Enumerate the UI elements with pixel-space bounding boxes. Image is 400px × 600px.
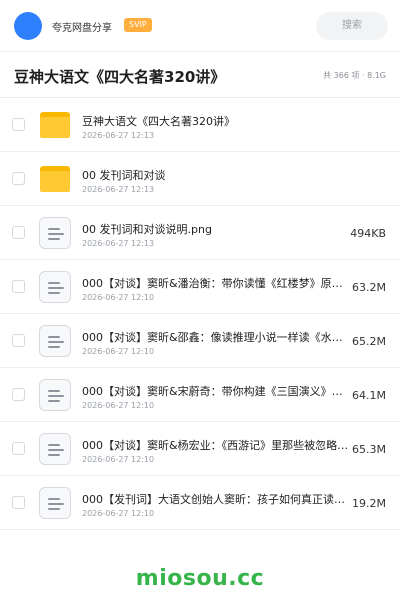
document-icon (38, 271, 72, 303)
item-name: 000【对谈】窦昕&宋蔚奇：带你构建《三国演义》的… (82, 385, 352, 398)
user-name: 夸克网盘分享 (52, 23, 112, 34)
checkbox[interactable] (12, 388, 25, 401)
checkbox[interactable] (12, 442, 25, 455)
folder-title-bar: 豆神大语文《四大名著320讲》 共 366 项 · 8.1G (0, 52, 400, 98)
item-date: 2026-06-27 12:10 (82, 347, 155, 356)
folder-icon (38, 163, 72, 195)
checkbox[interactable] (12, 226, 25, 239)
item-size: 494KB (350, 227, 386, 240)
item-date: 2026-06-27 12:13 (82, 185, 155, 194)
search-box[interactable]: 搜索 (316, 12, 388, 40)
checkbox[interactable] (12, 172, 25, 185)
top-header: 夸克网盘分享 SVIP 搜索 (0, 0, 400, 52)
item-size: 65.2M (352, 335, 386, 348)
item-name: 000【发刊词】大语文创始人窦昕：孩子如何真正读懂… (82, 493, 352, 506)
list-item[interactable]: 000【对谈】窦昕&杨宏业：《西游记》里那些被忽略… 2026-06-27 12… (0, 422, 400, 476)
document-icon (38, 379, 72, 411)
svip-badge: SVIP (124, 18, 152, 32)
item-size: 65.3M (352, 443, 386, 456)
document-icon (38, 433, 72, 465)
list-item[interactable]: 豆神大语文《四大名著320讲》 2026-06-27 12:13 (0, 98, 400, 152)
list-item[interactable]: 000【发刊词】大语文创始人窦昕：孩子如何真正读懂… 2026-06-27 12… (0, 476, 400, 530)
item-name: 000【对谈】窦昕&潘治衡：带你读懂《红楼梦》原著… (82, 277, 352, 290)
item-date: 2026-06-27 12:10 (82, 401, 155, 410)
item-name: 00 发刊词和对谈 (82, 169, 166, 182)
item-name: 000【对谈】窦昕&杨宏业：《西游记》里那些被忽略… (82, 439, 349, 452)
list-item[interactable]: 00 发刊词和对谈说明.png 2026-06-27 12:13 494KB (0, 206, 400, 260)
checkbox[interactable] (12, 118, 25, 131)
item-date: 2026-06-27 12:13 (82, 239, 155, 248)
folder-icon (38, 109, 72, 141)
item-date: 2026-06-27 12:10 (82, 455, 155, 464)
page-title: 豆神大语文《四大名著320讲》 (14, 68, 226, 86)
item-date: 2026-06-27 12:13 (82, 131, 155, 140)
document-icon (38, 487, 72, 519)
list-item[interactable]: 000【对谈】窦昕&潘治衡：带你读懂《红楼梦》原著… 2026-06-27 12… (0, 260, 400, 314)
item-name: 000【对谈】窦昕&邵鑫：像读推理小说一样读《水浒… (82, 331, 352, 344)
item-size: 19.2M (352, 497, 386, 510)
item-date: 2026-06-27 12:10 (82, 509, 155, 518)
item-name: 豆神大语文《四大名著320讲》 (82, 115, 235, 128)
list-item[interactable]: 00 发刊词和对谈 2026-06-27 12:13 (0, 152, 400, 206)
list-item[interactable]: 000【对谈】窦昕&宋蔚奇：带你构建《三国演义》的… 2026-06-27 12… (0, 368, 400, 422)
checkbox[interactable] (12, 496, 25, 509)
avatar[interactable] (14, 12, 42, 40)
item-date: 2026-06-27 12:10 (82, 293, 155, 302)
list-item[interactable]: 000【对谈】窦昕&邵鑫：像读推理小说一样读《水浒… 2026-06-27 12… (0, 314, 400, 368)
checkbox[interactable] (12, 280, 25, 293)
item-size: 64.1M (352, 389, 386, 402)
folder-meta: 共 366 项 · 8.1G (323, 71, 386, 80)
file-list: 豆神大语文《四大名著320讲》 2026-06-27 12:13 00 发刊词和… (0, 98, 400, 530)
checkbox[interactable] (12, 334, 25, 347)
item-name: 00 发刊词和对谈说明.png (82, 223, 212, 236)
document-icon (38, 217, 72, 249)
item-size: 63.2M (352, 281, 386, 294)
document-icon (38, 325, 72, 357)
watermark-logo: miosou.cc (135, 566, 265, 591)
